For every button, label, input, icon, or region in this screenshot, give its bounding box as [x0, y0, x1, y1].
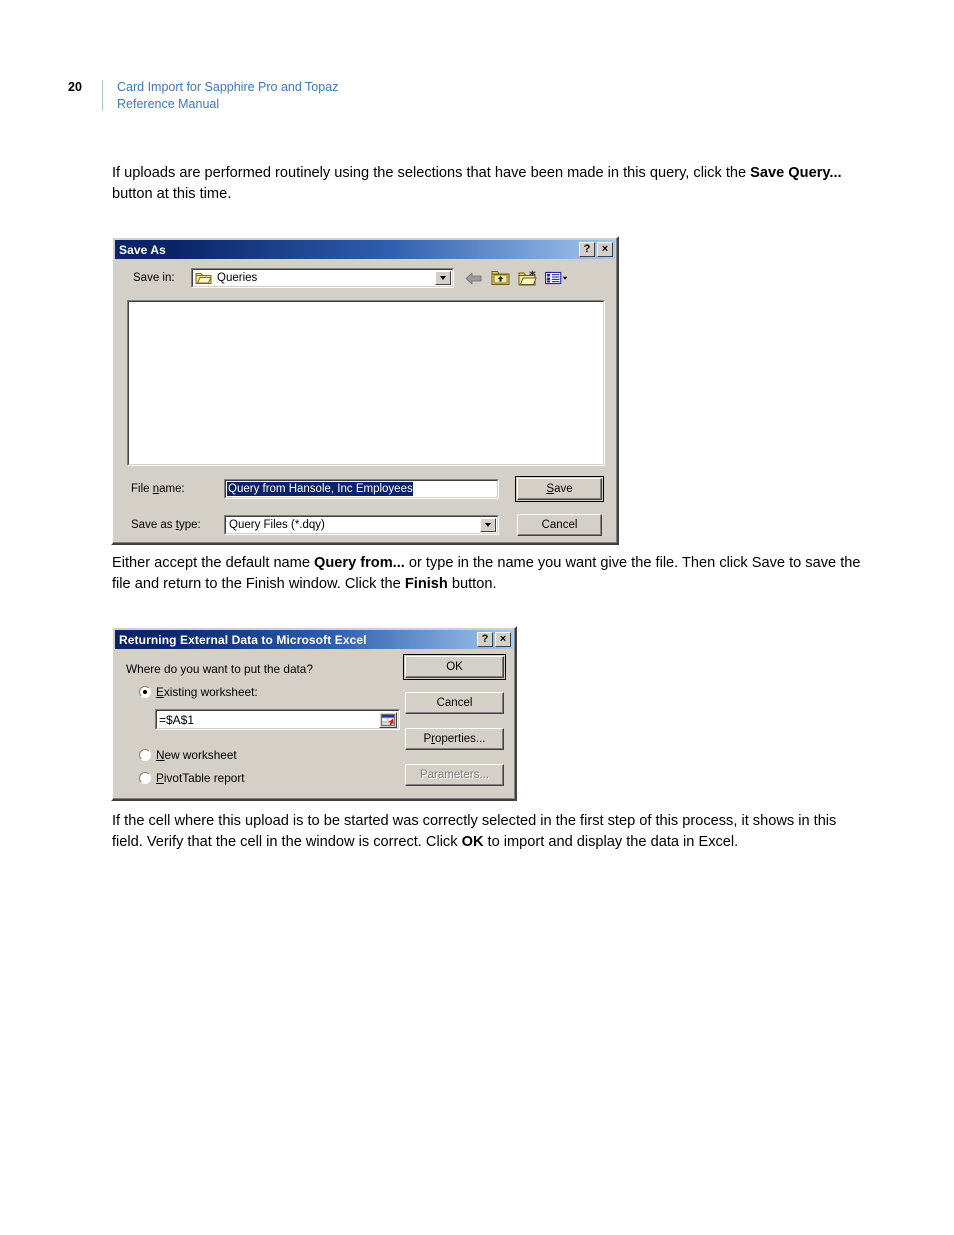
properties-button[interactable]: Properties...: [405, 728, 504, 750]
close-icon[interactable]: ×: [597, 242, 613, 257]
properties-button-label: Properties...: [423, 733, 486, 745]
radio-button-icon: [139, 686, 151, 698]
header-divider: [102, 80, 103, 111]
parameters-button: Parameters...: [405, 764, 504, 786]
default-name-paragraph: Either accept the default name Query fro…: [112, 553, 864, 594]
save-in-combo[interactable]: Queries: [191, 268, 454, 288]
para2-text-c: button.: [447, 575, 497, 592]
manual-title: Card Import for Sapphire Pro and Topaz R…: [117, 79, 338, 112]
cancel-button[interactable]: Cancel: [517, 514, 602, 536]
views-icon[interactable]: [545, 267, 568, 289]
para2-bold2: Finish: [404, 575, 448, 592]
save-in-value: Queries: [217, 272, 258, 284]
return-dialog-titlebar[interactable]: Returning External Data to Microsoft Exc…: [115, 630, 513, 649]
save-button[interactable]: Save: [515, 476, 604, 502]
save-as-type-combo[interactable]: Query Files (*.dqy): [224, 515, 499, 535]
para2-text-a: Either accept the default name: [112, 555, 315, 571]
page-number: 20: [68, 80, 82, 94]
save-as-type-value: Query Files (*.dqy): [229, 519, 325, 531]
ok-button-label: OK: [446, 661, 463, 673]
para3-bold: OK: [461, 833, 484, 850]
range-reference-value: =$A$1: [159, 712, 195, 727]
back-arrow-icon[interactable]: [462, 267, 485, 289]
save-as-dialog: Save As ? × Save in: Queries File name: …: [111, 236, 619, 545]
cancel-button[interactable]: Cancel: [405, 692, 504, 714]
save-in-label: Save in:: [133, 272, 175, 284]
para1-bold: Save Query...: [750, 165, 842, 181]
save-as-type-label: Save as type:: [131, 519, 201, 531]
parameters-button-label: Parameters...: [419, 769, 490, 781]
return-dialog-title: Returning External Data to Microsoft Exc…: [119, 632, 367, 647]
manual-title-line2: Reference Manual: [117, 96, 220, 111]
para2-bold1: Query from...: [314, 555, 405, 571]
new-folder-icon[interactable]: [516, 267, 539, 289]
chevron-down-icon[interactable]: [435, 271, 451, 285]
close-icon[interactable]: ×: [495, 632, 511, 647]
chevron-down-icon[interactable]: [480, 518, 496, 532]
save-button-label: Save: [546, 483, 573, 495]
intro-paragraph: If uploads are performed routinely using…: [112, 163, 864, 204]
file-name-value: Query from Hansole, Inc Employees: [227, 482, 413, 496]
returning-external-data-dialog: Returning External Data to Microsoft Exc…: [111, 626, 517, 801]
help-icon[interactable]: ?: [477, 632, 493, 647]
cancel-button-label: Cancel: [436, 697, 473, 709]
range-selector-icon[interactable]: [379, 712, 397, 728]
radio-existing-label: Existing worksheet:: [156, 685, 258, 699]
radio-pivot-label: PivotTable report: [156, 771, 245, 785]
help-icon[interactable]: ?: [579, 242, 595, 257]
radio-new-worksheet[interactable]: New worksheet: [139, 748, 237, 762]
verify-cell-paragraph: If the cell where this upload is to be s…: [112, 811, 864, 852]
up-one-level-icon[interactable]: [489, 267, 512, 289]
page-header: 20 Card Import for Sapphire Pro and Topa…: [68, 79, 338, 112]
radio-new-label: New worksheet: [156, 748, 237, 762]
file-name-label: File name:: [131, 483, 185, 495]
save-as-titlebar[interactable]: Save As ? ×: [115, 240, 615, 259]
manual-title-line1: Card Import for Sapphire Pro and Topaz: [117, 80, 339, 94]
radio-existing-worksheet[interactable]: Existing worksheet:: [139, 685, 258, 699]
file-list-pane[interactable]: [127, 300, 605, 466]
radio-button-icon: [139, 772, 151, 784]
file-name-input[interactable]: Query from Hansole, Inc Employees: [224, 479, 499, 499]
para3-text-b: to import and display the data in Excel.: [483, 833, 739, 850]
radio-button-icon: [139, 749, 151, 761]
para1-text-b: button at this time.: [112, 185, 232, 202]
cancel-button-label: Cancel: [541, 519, 578, 531]
radio-pivottable-report[interactable]: PivotTable report: [139, 771, 245, 785]
prompt-label: Where do you want to put the data?: [126, 662, 313, 676]
para1-text-a: If uploads are performed routinely using…: [112, 165, 751, 181]
range-reference-input[interactable]: =$A$1: [155, 709, 400, 730]
ok-button[interactable]: OK: [403, 654, 506, 680]
save-as-title: Save As: [119, 242, 166, 257]
